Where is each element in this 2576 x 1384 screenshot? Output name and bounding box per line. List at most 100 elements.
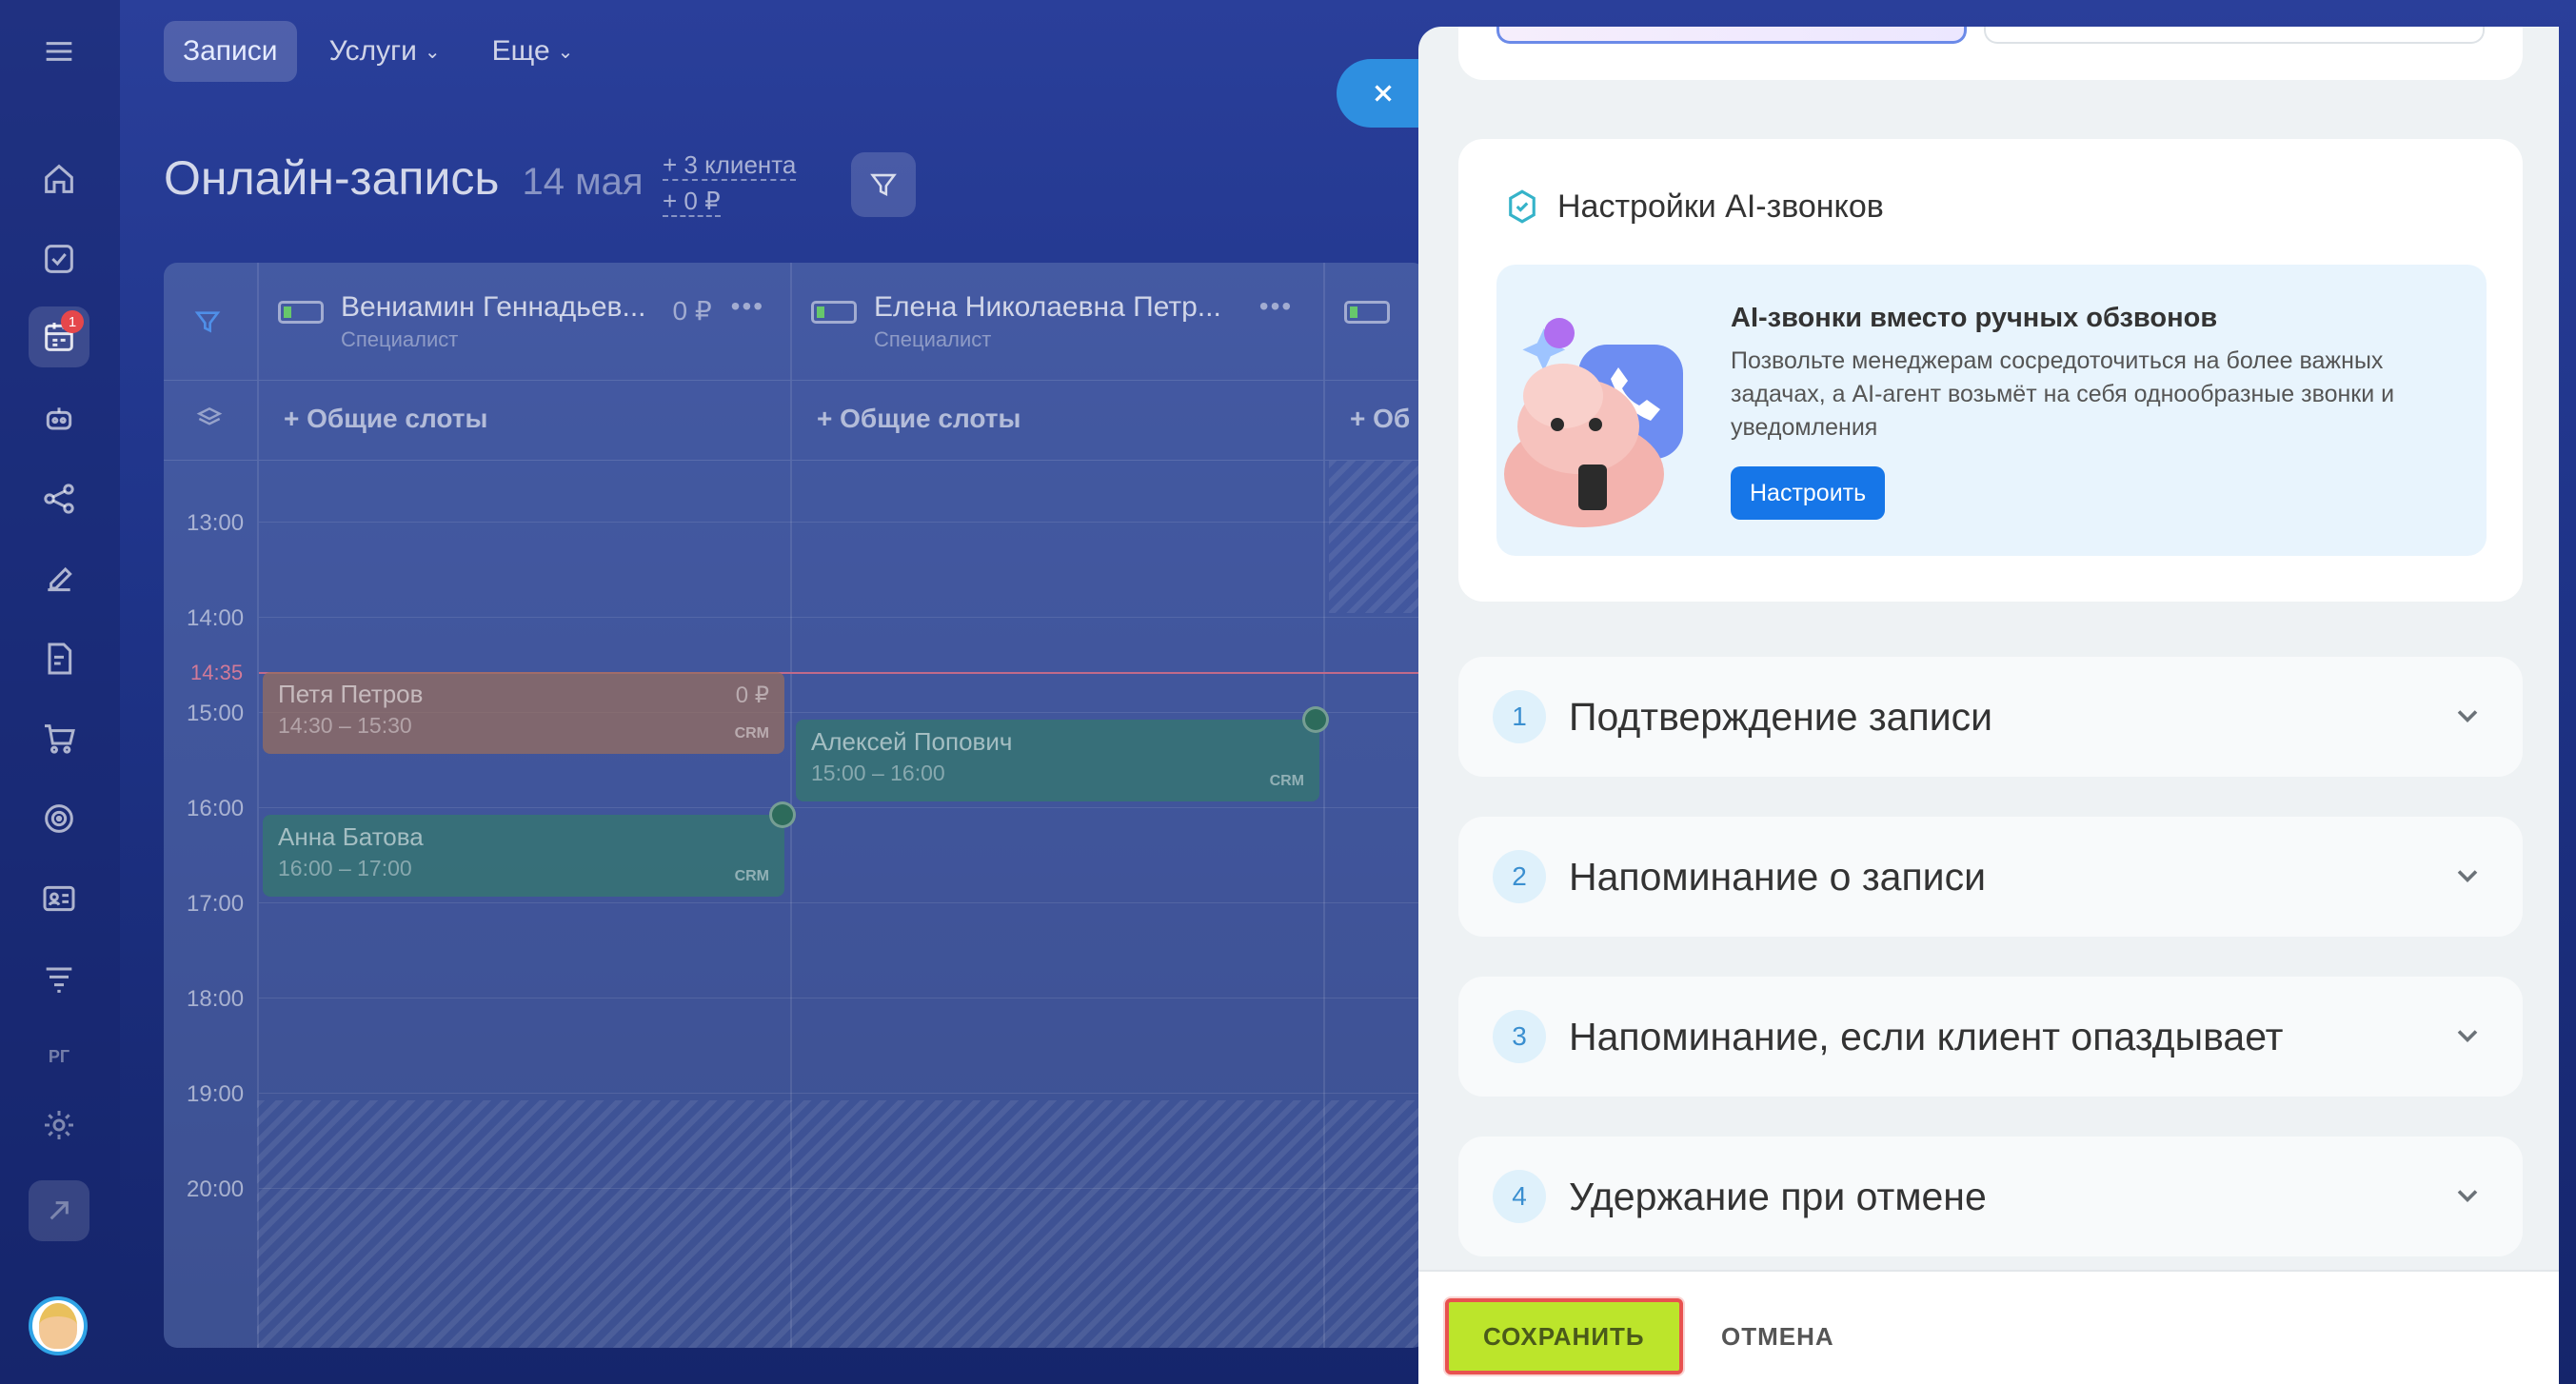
- battery-icon: [278, 301, 324, 324]
- appointment-client: Алексей Попович: [811, 727, 1013, 756]
- page-date: 14 мая: [522, 161, 644, 203]
- ai-calls-card: Настройки AI-звонков AI-звонки вместо ру…: [1458, 139, 2523, 602]
- document-icon[interactable]: [29, 628, 89, 689]
- current-time-label: 14:35: [190, 661, 244, 684]
- settings-panel: Настройки AI-звонков AI-звонки вместо ру…: [1418, 27, 2559, 1384]
- section-late-reminder[interactable]: 3 Напоминание, если клиент опаздывает: [1458, 977, 2523, 1097]
- chevron-down-icon: ⌄: [557, 41, 574, 63]
- settings-icon[interactable]: [29, 1095, 89, 1156]
- specialist-column-3[interactable]: [1344, 291, 1407, 324]
- time-label: 20:00: [187, 1176, 245, 1202]
- revenue-link[interactable]: + 0 ₽: [663, 187, 721, 217]
- section-label: Напоминание, если клиент опаздывает: [1569, 1014, 2284, 1058]
- specialist-column-2[interactable]: Елена Николаевна Петр... Специалист •••: [811, 291, 1293, 352]
- appointment-client: Анна Батова: [278, 822, 424, 851]
- notification-badge: 1: [61, 310, 84, 333]
- tab-more[interactable]: Еще ⌄: [473, 21, 593, 82]
- more-icon[interactable]: •••: [731, 291, 764, 322]
- close-panel-button[interactable]: [1337, 59, 1432, 128]
- section-reminder[interactable]: 2 Напоминание о записи: [1458, 817, 2523, 937]
- tab-services[interactable]: Услуги ⌄: [310, 21, 460, 82]
- appointment-client: Петя Петров: [278, 680, 424, 708]
- mode-option-selected[interactable]: [1496, 27, 1967, 44]
- chevron-down-icon: [2457, 870, 2478, 883]
- time-label: 18:00: [187, 986, 245, 1012]
- shared-slots-row: + Общие слоты + Общие слоты + Об: [164, 381, 1426, 461]
- battery-icon: [1344, 301, 1390, 324]
- configure-button[interactable]: Настроить: [1731, 466, 1886, 520]
- booking-icon[interactable]: 1: [29, 306, 89, 367]
- time-label: 15:00: [187, 701, 245, 726]
- funnel-icon[interactable]: [29, 948, 89, 1009]
- target-icon[interactable]: [29, 788, 89, 849]
- sign-icon[interactable]: [29, 548, 89, 609]
- appointment-card[interactable]: Анна Батова 16:00 – 17:00 CRM: [263, 815, 784, 897]
- save-button[interactable]: СОХРАНИТЬ: [1445, 1298, 1683, 1374]
- section-label: Удержание при отмене: [1569, 1174, 1987, 1218]
- more-icon[interactable]: •••: [1259, 291, 1293, 322]
- specialist-role: Специалист: [341, 327, 459, 351]
- chevron-down-icon: [2457, 1030, 2478, 1043]
- rg-label: РГ: [48, 1046, 70, 1066]
- ai-promo-banner: AI-звонки вместо ручных обзвонов Позволь…: [1496, 265, 2487, 556]
- shared-slots-button[interactable]: + Общие слоты: [817, 404, 1020, 434]
- appointment-time: 15:00 – 16:00: [811, 761, 945, 785]
- crm-icon: CRM: [1269, 773, 1304, 789]
- layers-icon: [194, 404, 225, 439]
- page-stats: + 3 клиента + 0 ₽: [663, 147, 797, 219]
- clients-count-link[interactable]: + 3 клиента: [663, 150, 797, 181]
- home-icon[interactable]: [29, 148, 89, 209]
- cart-icon[interactable]: [29, 708, 89, 769]
- expand-icon[interactable]: [29, 1180, 89, 1241]
- ai-section-title: Настройки AI-звонков: [1557, 188, 1884, 225]
- ai-sparkle-icon: [1509, 189, 1536, 224]
- specialist-role: Специалист: [874, 327, 992, 351]
- chevron-down-icon: ⌄: [424, 41, 441, 63]
- section-label: Напоминание о записи: [1569, 854, 1986, 899]
- chevron-down-icon: [2457, 1190, 2478, 1203]
- section-cancel-retention[interactable]: 4 Удержание при отмене: [1458, 1137, 2523, 1256]
- column-filter-icon[interactable]: [192, 306, 223, 342]
- appointment-card[interactable]: Алексей Попович 15:00 – 16:00 CRM: [796, 720, 1319, 801]
- mode-option[interactable]: [1984, 27, 2485, 44]
- menu-icon[interactable]: [29, 21, 89, 82]
- crm-icon: CRM: [734, 725, 769, 741]
- rg-item[interactable]: РГ: [29, 1026, 89, 1087]
- ai-assistant-illustration: [1504, 318, 1683, 527]
- section-label: Подтверждение записи: [1569, 694, 1992, 739]
- appointment-time: 14:30 – 15:30: [278, 713, 412, 738]
- time-label: 17:00: [187, 891, 245, 917]
- cancel-button[interactable]: ОТМЕНА: [1704, 1298, 1852, 1374]
- mode-selector-card: [1458, 27, 2523, 80]
- filter-button[interactable]: [851, 152, 916, 217]
- specialist-name: Вениамин Геннадьев...: [341, 291, 646, 323]
- flow-icon[interactable]: [29, 468, 89, 529]
- confirmed-check-icon: [769, 801, 796, 828]
- tab-records[interactable]: Записи: [164, 21, 297, 82]
- robot-icon[interactable]: [29, 388, 89, 449]
- promo-description: Позвольте менеджерам сосредоточиться на …: [1731, 347, 2395, 441]
- contact-card-icon[interactable]: [29, 868, 89, 929]
- specialist-amount: 0 ₽: [672, 296, 712, 326]
- tasks-icon[interactable]: [29, 228, 89, 289]
- step-number: 3: [1493, 1010, 1546, 1063]
- step-number: 1: [1493, 690, 1546, 743]
- section-confirmation[interactable]: 1 Подтверждение записи: [1458, 657, 2523, 777]
- appointment-time: 16:00 – 17:00: [278, 856, 412, 880]
- time-label: 16:00: [187, 796, 245, 821]
- shared-slots-button[interactable]: + Общие слоты: [284, 404, 487, 434]
- shared-slots-button[interactable]: + Об: [1350, 404, 1410, 434]
- avatar[interactable]: [29, 1296, 88, 1355]
- top-nav: Записи Услуги ⌄ Еще ⌄: [164, 21, 592, 82]
- panel-footer: СОХРАНИТЬ ОТМЕНА: [1418, 1270, 2559, 1384]
- appointment-card[interactable]: Петя Петров 14:30 – 15:30 0 ₽ CRM: [263, 672, 784, 754]
- page-title: Онлайн-запись: [164, 151, 500, 205]
- off-hours-area: [257, 1100, 1426, 1348]
- step-number: 4: [1493, 1170, 1546, 1223]
- crm-icon: CRM: [734, 868, 769, 884]
- specialist-column-1[interactable]: Вениамин Геннадьев... Специалист 0 ₽ •••: [278, 291, 764, 352]
- specialist-name: Елена Николаевна Петр...: [874, 291, 1221, 323]
- page-header: Онлайн-запись 14 мая: [164, 150, 643, 206]
- time-label: 19:00: [187, 1081, 245, 1107]
- calendar-header: Вениамин Геннадьев... Специалист 0 ₽ •••…: [164, 263, 1426, 381]
